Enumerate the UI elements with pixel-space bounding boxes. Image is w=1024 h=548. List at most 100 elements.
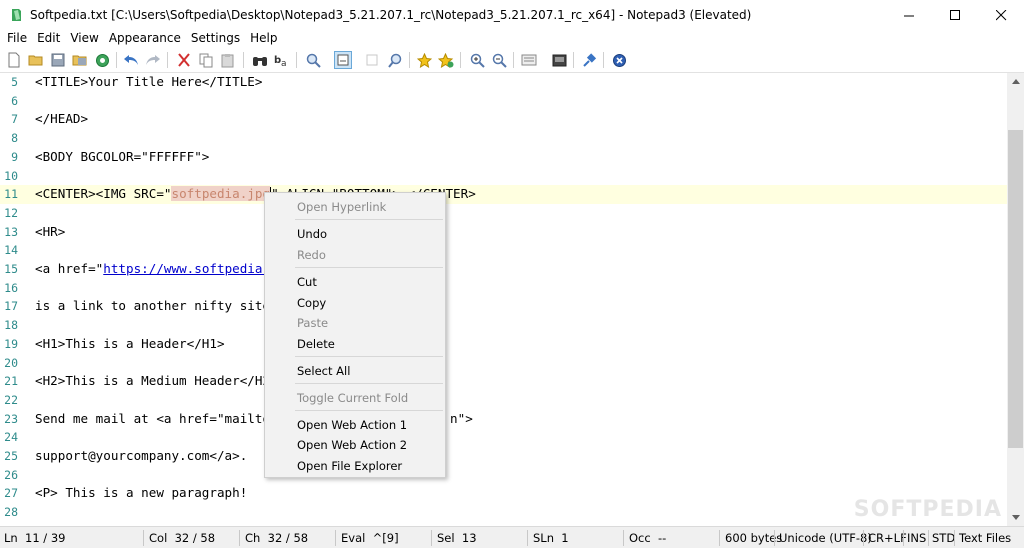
status-separator (623, 530, 624, 546)
customize-button[interactable] (550, 51, 568, 69)
line-text: <H2>This is a Medium Header</H2 (35, 373, 271, 389)
new-file-button[interactable] (5, 51, 23, 69)
browse-button[interactable] (93, 51, 111, 69)
ctx-open-hyperlink[interactable]: Open Hyperlink (297, 200, 386, 214)
scroll-up-button[interactable] (1007, 73, 1024, 90)
replace-button[interactable]: ba (273, 51, 291, 69)
favorite-icon (416, 52, 432, 68)
wordwrap-button[interactable] (334, 51, 352, 69)
favorite-button[interactable] (415, 51, 433, 69)
editor-line[interactable]: 12 (0, 204, 1007, 223)
toolbar-separator (116, 52, 117, 68)
line-number: 7 (11, 112, 18, 127)
editor-line[interactable]: 26 (0, 466, 1007, 485)
status-line[interactable]: Ln 11 / 39 (4, 531, 65, 545)
editor-line[interactable]: 13 <HR> (0, 223, 1007, 242)
editor-line[interactable]: 7 </HEAD> (0, 110, 1007, 129)
ctx-toggle-fold[interactable]: Toggle Current Fold (297, 391, 408, 405)
toolbar-separator (460, 52, 461, 68)
editor-line-current[interactable]: 11<CENTER><IMG SRC="softpedia.jpg" ALIGN… (0, 185, 1007, 204)
pin-button[interactable] (580, 51, 598, 69)
menu-appearance[interactable]: Appearance (104, 30, 186, 47)
editor-line[interactable]: 17 is a link to another nifty site (0, 297, 1007, 316)
editor-line[interactable]: 6 (0, 92, 1007, 111)
line-number: 16 (4, 280, 18, 295)
editor-line[interactable]: 9 <BODY BGCOLOR="FFFFFF"> (0, 148, 1007, 167)
close-button[interactable] (978, 0, 1024, 30)
status-std[interactable]: STD (932, 531, 955, 545)
maximize-icon (949, 9, 960, 20)
status-occurrences[interactable]: Occ -- (629, 531, 666, 545)
editor-line[interactable]: 25 support@yourcompany.com</a>. (0, 447, 1007, 466)
status-encoding[interactable]: Unicode (UTF-8) (779, 531, 872, 545)
add-favorite-button[interactable] (437, 51, 455, 69)
ctx-open-file-explorer[interactable]: Open File Explorer (297, 459, 402, 473)
editor-line[interactable]: 10 (0, 167, 1007, 186)
line-text: <HR> (35, 223, 66, 239)
ctx-undo[interactable]: Undo (297, 227, 327, 241)
redo-button[interactable] (144, 51, 162, 69)
status-selection[interactable]: Sel 13 (437, 531, 477, 545)
status-column[interactable]: Col 32 / 58 (149, 531, 215, 545)
maximize-button[interactable] (932, 0, 978, 30)
editor-area[interactable]: 5 <TITLE>Your Title Here</TITLE> 6 7 </HEA… (0, 73, 1007, 526)
goto-button[interactable] (304, 51, 322, 69)
editor-line[interactable]: 23 Send me mail at <a href="mailto n"> (0, 410, 1007, 429)
menu-help[interactable]: Help (245, 30, 282, 47)
cut-button[interactable] (175, 51, 193, 69)
status-selected-lines[interactable]: SLn 1 (533, 531, 569, 545)
open-button[interactable] (27, 51, 45, 69)
line-text-before-selection: <CENTER><IMG SRC=" (35, 186, 172, 202)
menu-file[interactable]: File (0, 30, 32, 47)
status-lexer[interactable]: Text Files (959, 531, 1011, 545)
menu-separator (295, 410, 443, 411)
zoom-view-button[interactable] (386, 51, 404, 69)
ctx-select-all[interactable]: Select All (297, 364, 350, 378)
status-insert-mode[interactable]: INS (907, 531, 926, 545)
editor-line[interactable]: 5 <TITLE>Your Title Here</TITLE> (0, 73, 1007, 92)
scheme-button[interactable] (520, 51, 538, 69)
zoom-out-button[interactable] (490, 51, 508, 69)
menu-edit[interactable]: Edit (32, 30, 65, 47)
editor-line[interactable]: 14 (0, 241, 1007, 260)
editor-line[interactable]: 24 (0, 428, 1007, 447)
ctx-copy[interactable]: Copy (297, 296, 326, 310)
editor-line[interactable]: 21 <H2>This is a Medium Header</H2 (0, 372, 1007, 391)
window-controls (886, 0, 1024, 30)
editor-line[interactable]: 15 <a href="https://www.softpedia. (0, 260, 1007, 279)
ctx-redo[interactable]: Redo (297, 248, 326, 262)
scroll-down-button[interactable] (1007, 509, 1024, 526)
undo-button[interactable] (122, 51, 140, 69)
editor-line[interactable]: 19 <H1>This is a Header</H1> (0, 335, 1007, 354)
line-number: 28 (4, 505, 18, 520)
selected-text[interactable]: softpedia.jpg (171, 186, 271, 202)
status-char[interactable]: Ch 32 / 58 (245, 531, 308, 545)
editor-line[interactable]: 18 (0, 316, 1007, 335)
editor-line[interactable]: 16 (0, 279, 1007, 298)
scrollbar-thumb[interactable] (1008, 130, 1023, 448)
vertical-scrollbar[interactable] (1007, 73, 1024, 526)
paste-button[interactable] (219, 51, 237, 69)
ctx-delete[interactable]: Delete (297, 337, 335, 351)
save-as-button[interactable] (71, 51, 89, 69)
menu-separator (295, 267, 443, 268)
ctx-web-action-1[interactable]: Open Web Action 1 (297, 418, 407, 432)
ctx-paste[interactable]: Paste (297, 316, 328, 330)
editor-line[interactable]: 22 (0, 391, 1007, 410)
editor-line[interactable]: 20 (0, 354, 1007, 373)
ctx-web-action-2[interactable]: Open Web Action 2 (297, 438, 407, 452)
zoom-in-button[interactable] (468, 51, 486, 69)
minimize-button[interactable] (886, 0, 932, 30)
status-eval[interactable]: Eval ^[9] (341, 531, 399, 545)
exit-button[interactable] (610, 51, 628, 69)
status-eol[interactable]: CR+LF (868, 531, 907, 545)
find-button[interactable] (251, 51, 269, 69)
menu-settings[interactable]: Settings (186, 30, 245, 47)
ctx-cut[interactable]: Cut (297, 275, 317, 289)
save-button[interactable] (49, 51, 67, 69)
whitespace-button[interactable] (363, 51, 381, 69)
editor-line[interactable]: 8 (0, 129, 1007, 148)
copy-button[interactable] (197, 51, 215, 69)
menu-view[interactable]: View (65, 30, 103, 47)
hyperlink[interactable]: https://www.softpedia. (103, 261, 270, 276)
